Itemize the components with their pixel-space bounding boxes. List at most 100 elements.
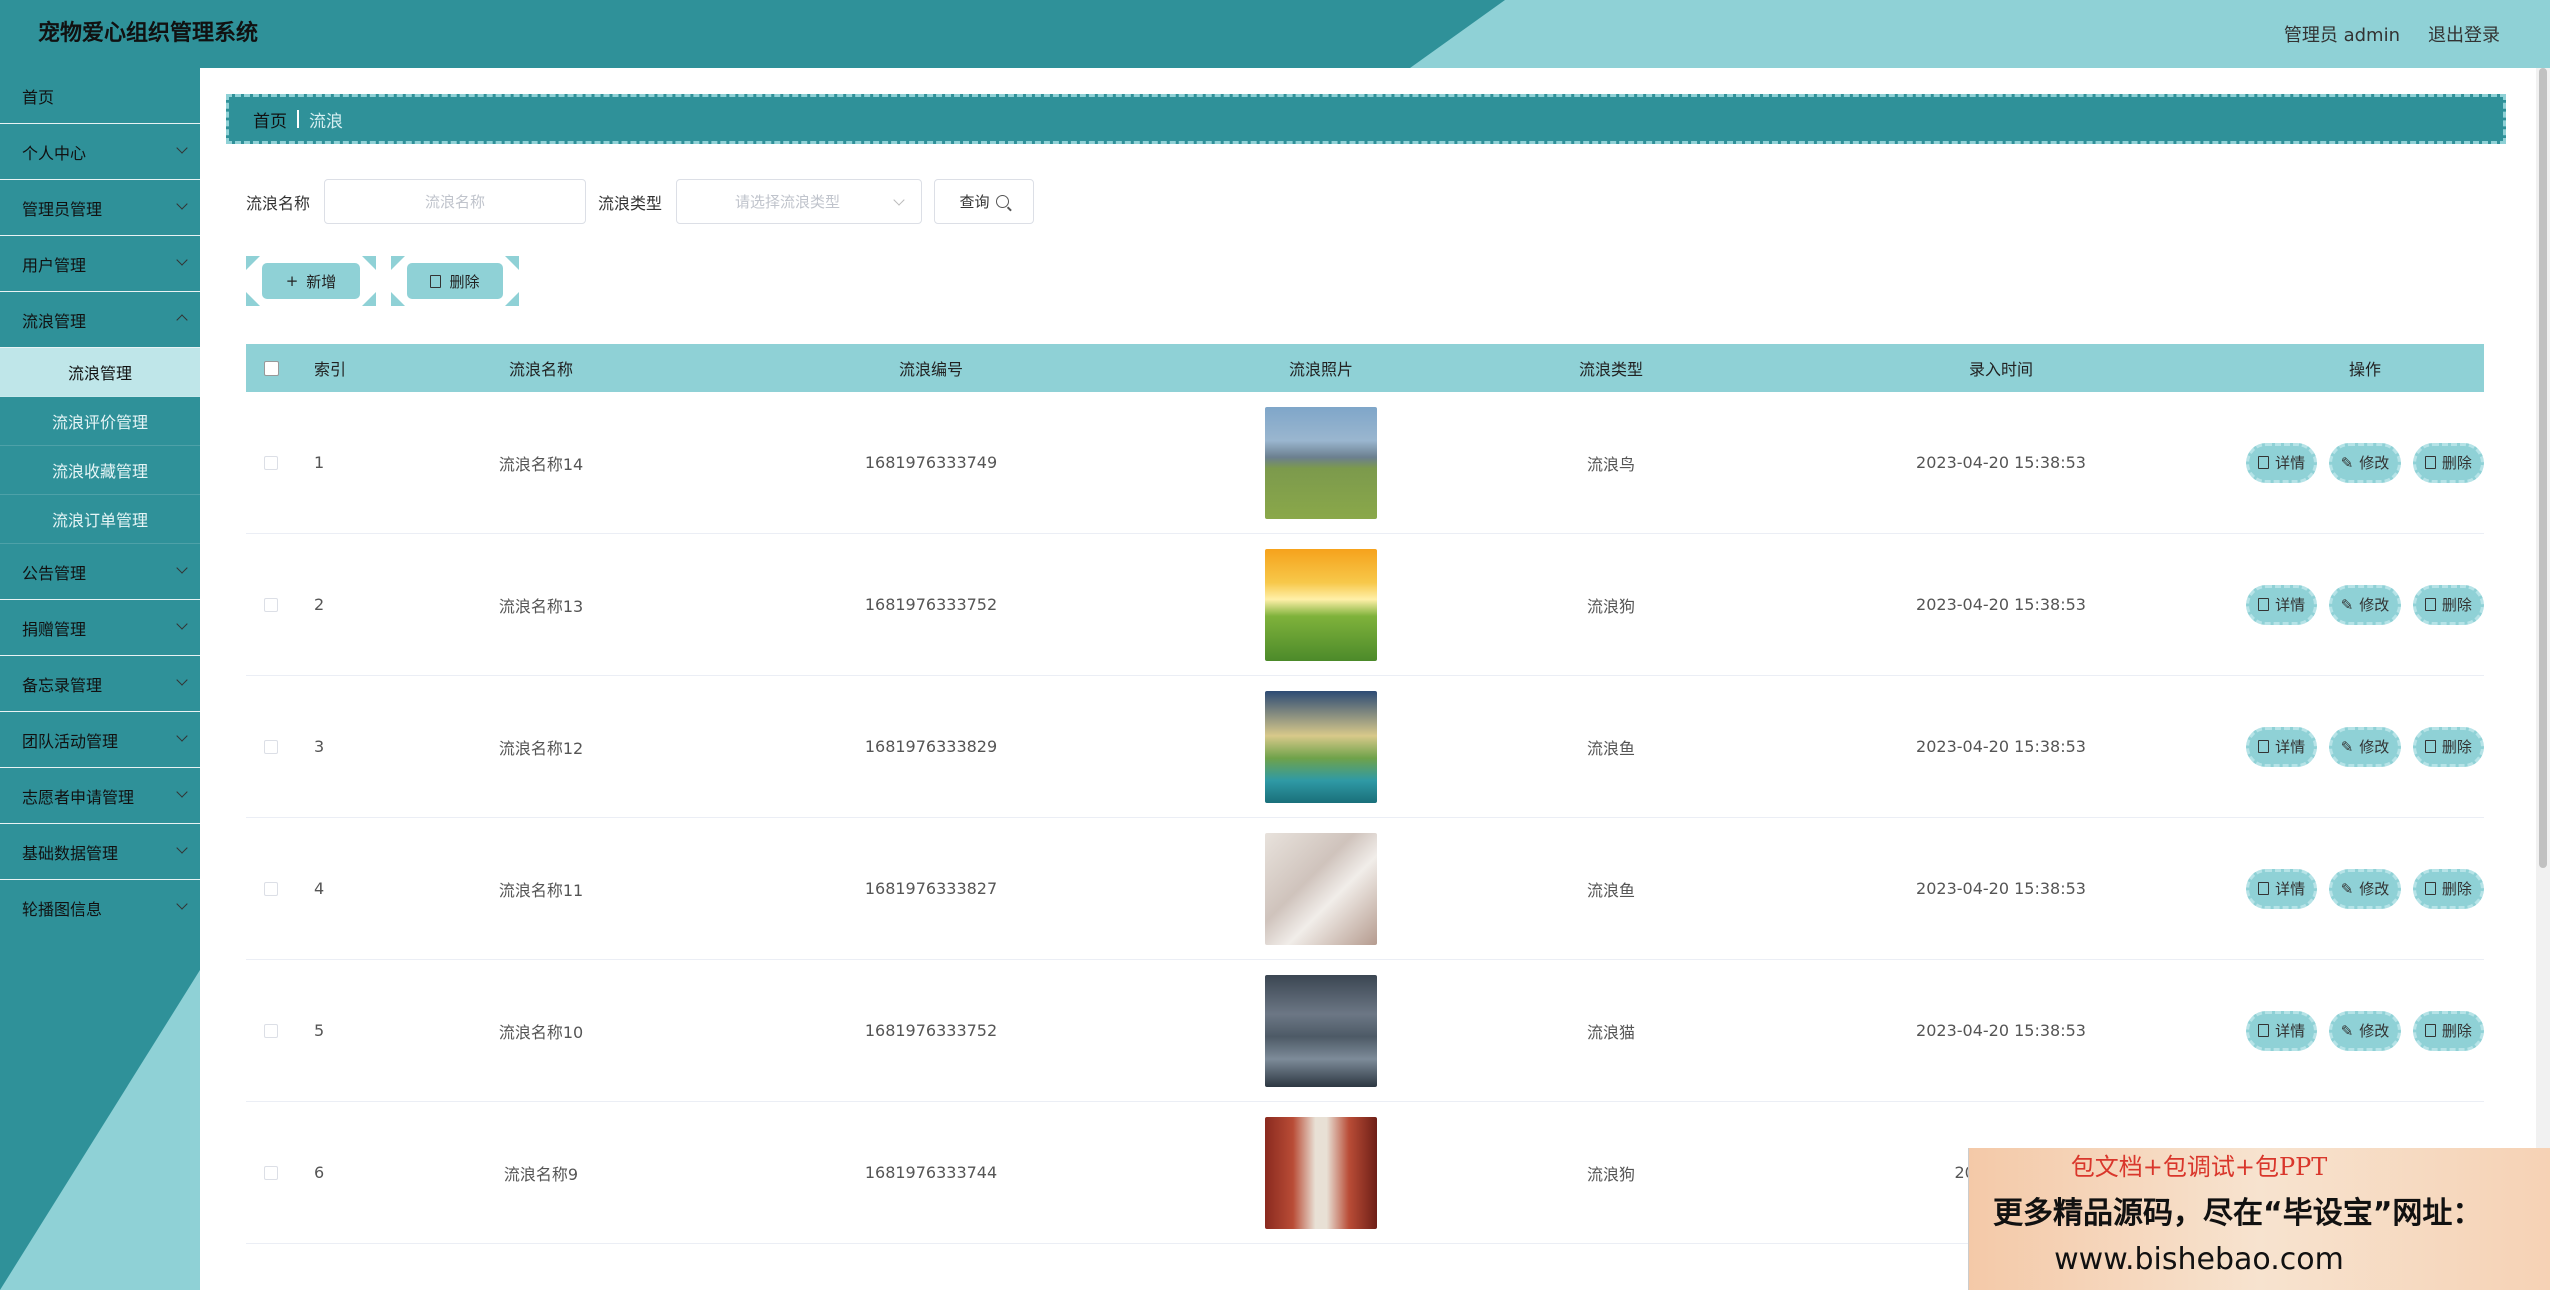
search-icon — [995, 195, 1009, 208]
header-index: 索引 — [314, 360, 347, 379]
row-type: 流浪鸟 — [1586, 454, 1635, 474]
row-index: 4 — [314, 879, 325, 898]
row-type: 流浪鱼 — [1586, 880, 1635, 900]
row-type: 流浪狗 — [1586, 596, 1635, 616]
edit-button[interactable]: ✎ 修改 — [2329, 726, 2401, 767]
logout-link[interactable]: 退出登录 — [2428, 21, 2500, 47]
row-name: 流浪名称9 — [503, 1164, 579, 1184]
delete-button[interactable]: 删除 — [2412, 726, 2484, 767]
edit-button[interactable]: ✎ 修改 — [2329, 1010, 2401, 1051]
table-row: 4 流浪名称11 1681976333827 流浪鱼 2023-04-20 15… — [246, 818, 2484, 960]
pencil-icon: ✎ — [2340, 879, 2354, 898]
submenu-item-stray-manage[interactable]: 流浪管理 — [0, 348, 200, 397]
sidebar-item-stray[interactable]: 流浪管理 — [0, 292, 200, 348]
chevron-down-icon — [176, 786, 188, 798]
detail-button[interactable]: 详情 — [2246, 584, 2318, 625]
row-code: 1681976333744 — [864, 1163, 998, 1182]
sidebar-item-activities[interactable]: 团队活动管理 — [0, 712, 200, 768]
document-icon — [2258, 882, 2270, 895]
row-type: 流浪猫 — [1586, 1022, 1635, 1042]
main-content: 首页 流浪 流浪名称 流浪名称 流浪类型 请选择流浪类型 查询 + 新增 删除 … — [200, 68, 2550, 1290]
query-button[interactable]: 查询 — [934, 179, 1035, 224]
row-photo[interactable] — [1265, 1116, 1377, 1229]
add-button[interactable]: + 新增 — [262, 263, 360, 299]
ad-line-3: www.bishebao.com — [2054, 1242, 2344, 1277]
row-photo[interactable] — [1265, 974, 1377, 1087]
sidebar: 首页 个人中心 管理员管理 用户管理 流浪管理 流浪管理 流浪评价管理 流浪收藏… — [0, 68, 200, 1290]
delete-button[interactable]: 删除 — [2412, 442, 2484, 483]
pencil-icon: ✎ — [2340, 595, 2354, 614]
submenu-item-stray-orders[interactable]: 流浪订单管理 — [0, 495, 200, 544]
row-code: 1681976333752 — [864, 595, 998, 614]
row-name: 流浪名称12 — [498, 738, 584, 758]
delete-button[interactable]: 删除 — [2412, 868, 2484, 909]
row-checkbox[interactable] — [264, 455, 278, 470]
sidebar-item-users[interactable]: 用户管理 — [0, 236, 200, 292]
row-photo[interactable] — [1265, 690, 1377, 803]
chevron-down-icon — [176, 898, 188, 910]
row-index: 2 — [314, 595, 325, 614]
detail-button[interactable]: 详情 — [2246, 726, 2318, 767]
sidebar-item-profile[interactable]: 个人中心 — [0, 124, 200, 180]
chevron-down-icon — [176, 142, 188, 154]
sidebar-item-memos[interactable]: 备忘录管理 — [0, 656, 200, 712]
row-checkbox[interactable] — [264, 597, 278, 612]
submenu-item-stray-favorites[interactable]: 流浪收藏管理 — [0, 446, 200, 495]
sidebar-item-donations[interactable]: 捐赠管理 — [0, 600, 200, 656]
table-row: 1 流浪名称14 1681976333749 流浪鸟 2023-04-20 15… — [246, 392, 2484, 534]
chevron-down-icon — [176, 730, 188, 742]
row-index: 1 — [314, 453, 325, 472]
table-row: 3 流浪名称12 1681976333829 流浪鱼 2023-04-20 15… — [246, 676, 2484, 818]
trash-icon — [2424, 456, 2436, 469]
vertical-scrollbar[interactable] — [2536, 68, 2550, 1290]
chevron-down-icon — [176, 618, 188, 630]
pencil-icon: ✎ — [2340, 453, 2354, 472]
sidebar-item-volunteers[interactable]: 志愿者申请管理 — [0, 768, 200, 824]
sidebar-item-carousel[interactable]: 轮播图信息 — [0, 880, 200, 936]
sidebar-item-basedata[interactable]: 基础数据管理 — [0, 824, 200, 880]
row-photo[interactable] — [1265, 548, 1377, 661]
header-name: 流浪名称 — [508, 360, 573, 379]
type-select[interactable]: 请选择流浪类型 — [676, 179, 923, 224]
row-name: 流浪名称14 — [498, 454, 584, 474]
ad-banner[interactable]: 包文档+包调试+包PPT 更多精品源码，尽在“毕设宝”网址： www.bishe… — [1968, 1148, 2550, 1290]
sidebar-item-notices[interactable]: 公告管理 — [0, 544, 200, 600]
sidebar-item-admins[interactable]: 管理员管理 — [0, 180, 200, 236]
row-index: 3 — [314, 737, 325, 756]
edit-button[interactable]: ✎ 修改 — [2329, 442, 2401, 483]
batch-delete-button[interactable]: 删除 — [407, 263, 503, 299]
row-time: 2023-04-20 15:38:53 — [1916, 879, 2086, 898]
row-checkbox[interactable] — [264, 1165, 278, 1180]
select-all-checkbox[interactable] — [263, 360, 279, 376]
row-index: 6 — [314, 1163, 325, 1182]
row-photo[interactable] — [1265, 832, 1377, 945]
scrollbar-thumb[interactable] — [2539, 68, 2547, 868]
top-header: 宠物爱心组织管理系统 管理员 admin 退出登录 — [0, 0, 2550, 68]
detail-button[interactable]: 详情 — [2246, 868, 2318, 909]
breadcrumb-separator — [297, 110, 299, 128]
header-ops: 操作 — [2348, 360, 2381, 379]
row-checkbox[interactable] — [264, 739, 278, 754]
document-icon — [2258, 1024, 2270, 1037]
submenu-item-stray-reviews[interactable]: 流浪评价管理 — [0, 397, 200, 446]
edit-button[interactable]: ✎ 修改 — [2329, 868, 2401, 909]
detail-button[interactable]: 详情 — [2246, 442, 2318, 483]
delete-button[interactable]: 删除 — [2412, 584, 2484, 625]
row-name: 流浪名称13 — [498, 596, 584, 616]
sidebar-item-home[interactable]: 首页 — [0, 68, 200, 124]
table-row: 2 流浪名称13 1681976333752 流浪狗 2023-04-20 15… — [246, 534, 2484, 676]
edit-button[interactable]: ✎ 修改 — [2329, 584, 2401, 625]
header-code: 流浪编号 — [898, 360, 963, 379]
chevron-up-icon — [176, 314, 188, 326]
delete-button[interactable]: 删除 — [2412, 1010, 2484, 1051]
breadcrumb-home[interactable]: 首页 — [253, 107, 287, 132]
row-name: 流浪名称10 — [498, 1022, 584, 1042]
header-type: 流浪类型 — [1578, 360, 1643, 379]
detail-button[interactable]: 详情 — [2246, 1010, 2318, 1051]
add-button-wrap: + 新增 — [246, 256, 376, 306]
row-checkbox[interactable] — [264, 1023, 278, 1038]
name-search-input[interactable]: 流浪名称 — [324, 179, 587, 224]
table-header: 索引 流浪名称 流浪编号 流浪照片 流浪类型 录入时间 操作 — [246, 344, 2484, 392]
row-photo[interactable] — [1265, 406, 1377, 519]
row-checkbox[interactable] — [264, 881, 278, 896]
